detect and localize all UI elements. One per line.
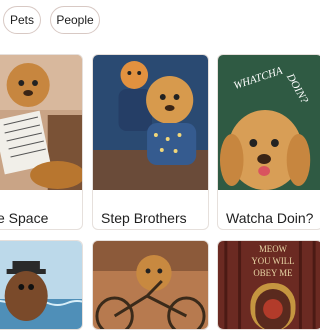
card-image-cat-poster: MEOW YOU WILL OBEY ME [218, 241, 320, 329]
poster-line-2: YOU WILL [251, 256, 294, 266]
card-title: e Space [0, 210, 49, 226]
card-title: Step Brothers [101, 210, 187, 226]
product-card[interactable]: e Space [0, 54, 83, 230]
product-card[interactable]: WHATCHA DOIN? Watcha Doin? [217, 54, 320, 230]
card-title: Watcha Doin? [226, 210, 314, 226]
poster-line-1: MEOW [259, 244, 288, 254]
card-image-dog-newspaper [0, 55, 82, 190]
product-card[interactable]: MEOW YOU WILL OBEY ME [217, 240, 320, 330]
filter-chip-people[interactable]: People [50, 6, 100, 34]
product-card[interactable] [0, 240, 83, 330]
product-card[interactable] [92, 240, 209, 330]
card-image-dog-bicycle [93, 241, 208, 329]
product-card[interactable]: Step Brothers [92, 54, 209, 230]
card-image-dog-at-sea [0, 241, 82, 329]
poster-line-3: OBEY ME [253, 268, 292, 278]
filter-chip-pets[interactable]: Pets [3, 6, 41, 34]
card-image-dog-green: WHATCHA DOIN? [218, 55, 320, 190]
card-image-dog-and-cat [93, 55, 208, 190]
